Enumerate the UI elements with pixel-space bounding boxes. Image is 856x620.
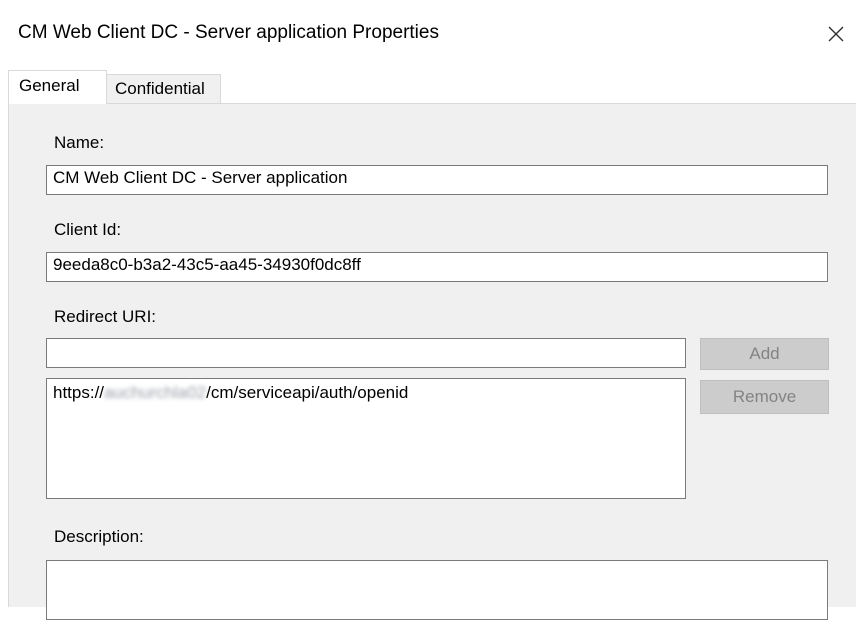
redirect-uri-label: Redirect URI: (54, 307, 157, 326)
tab-confidential[interactable]: Confidential (106, 74, 221, 104)
title-bar: CM Web Client DC - Server application Pr… (0, 0, 856, 68)
list-item[interactable]: https://auchurchla02/cm/serviceapi/auth/… (53, 383, 679, 403)
description-field[interactable] (46, 560, 828, 620)
add-button[interactable]: Add (700, 338, 829, 370)
remove-button[interactable]: Remove (700, 380, 829, 414)
window-title: CM Web Client DC - Server application Pr… (18, 22, 439, 43)
redirect-uri-prefix: https:// (53, 383, 105, 402)
redirect-uri-list[interactable]: https://auchurchla02/cm/serviceapi/auth/… (46, 378, 686, 499)
client-id-label: Client Id: (54, 220, 122, 239)
name-field[interactable]: CM Web Client DC - Server application (46, 165, 828, 195)
redirect-uri-path: /cm/serviceapi/auth/openid (206, 383, 409, 402)
client-id-field[interactable]: 9eeda8c0-b3a2-43c5-aa45-34930f0dc8ff (46, 252, 828, 282)
tab-general[interactable]: General (8, 70, 107, 104)
redirect-uri-input[interactable] (46, 338, 686, 368)
close-button[interactable] (820, 18, 852, 50)
close-icon (828, 26, 844, 42)
description-label: Description: (54, 527, 144, 546)
name-label: Name: (54, 133, 105, 152)
redirect-uri-host-redacted: auchurchla02 (104, 383, 207, 402)
